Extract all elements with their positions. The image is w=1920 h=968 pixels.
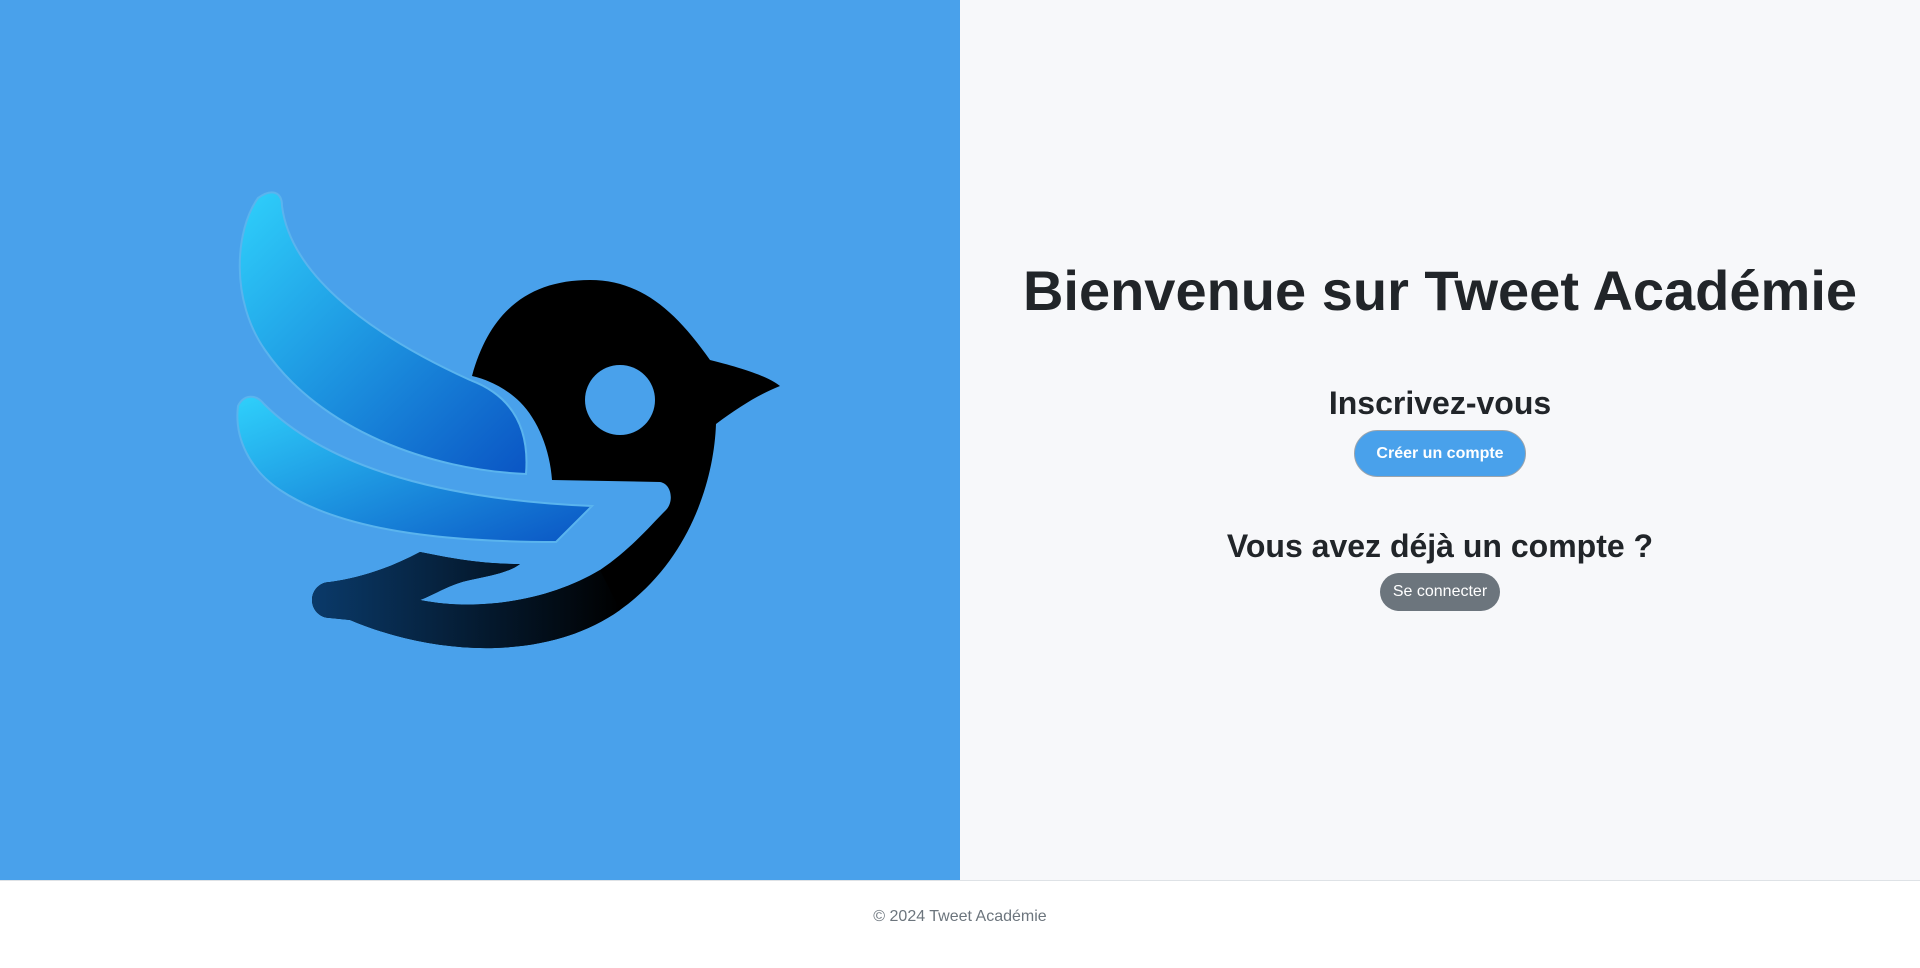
welcome-panel: Bienvenue sur Tweet Académie Inscrivez-v… <box>960 0 1920 880</box>
bird-logo-icon <box>236 191 780 649</box>
login-button[interactable]: Se connecter <box>1379 573 1501 611</box>
signup-heading: Inscrivez-vous <box>1328 385 1552 421</box>
page-title: Bienvenue sur Tweet Académie <box>1022 259 1858 322</box>
hero-section: Bienvenue sur Tweet Académie Inscrivez-v… <box>0 0 1920 880</box>
footer: © 2024 Tweet Académie <box>0 880 1920 968</box>
login-heading: Vous avez déjà un compte ? <box>1226 528 1654 564</box>
logo-panel <box>0 0 960 880</box>
landing-page: Bienvenue sur Tweet Académie Inscrivez-v… <box>0 0 1920 968</box>
copyright-text: © 2024 Tweet Académie <box>873 908 1047 925</box>
create-account-button[interactable]: Créer un compte <box>1354 430 1526 477</box>
